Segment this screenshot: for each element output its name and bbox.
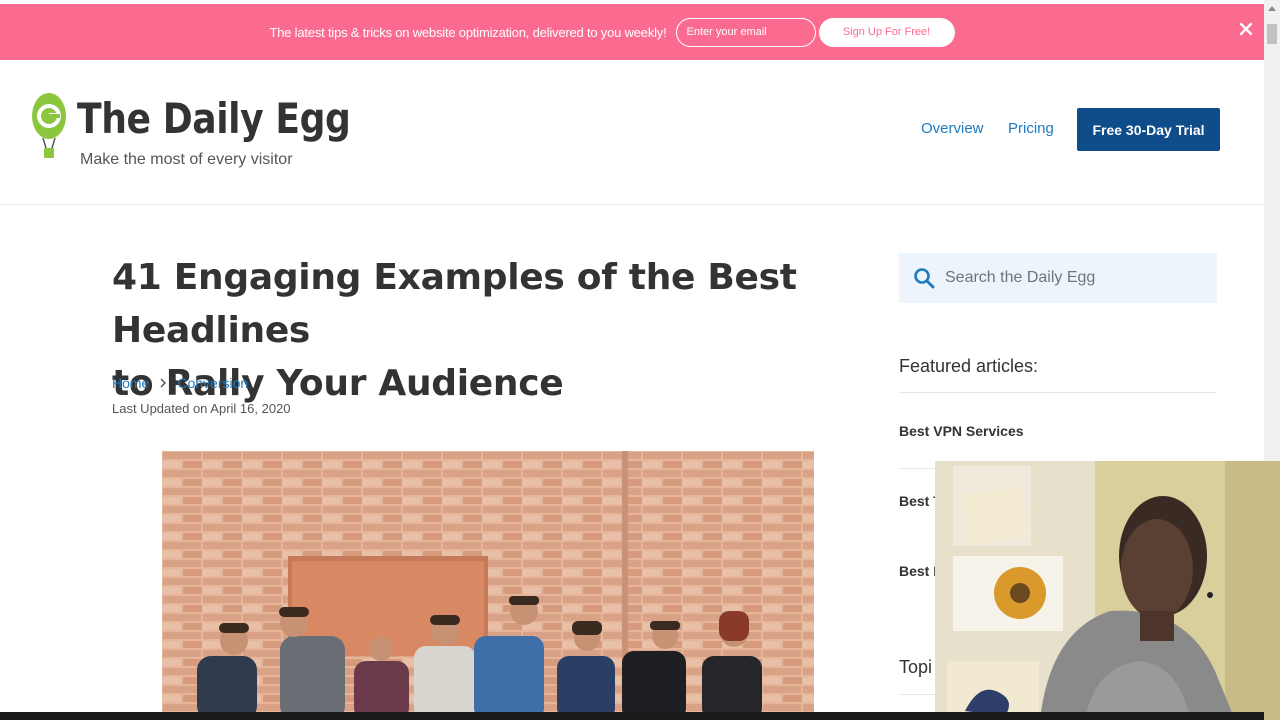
search-input[interactable] bbox=[945, 265, 1205, 291]
promo-banner: The latest tips & tricks on website opti… bbox=[0, 4, 1264, 60]
close-icon[interactable] bbox=[1239, 22, 1253, 36]
sidebar-search bbox=[899, 253, 1217, 303]
divider bbox=[899, 392, 1217, 393]
bottom-edge bbox=[0, 712, 1264, 720]
site-header: The Daily Egg Make the most of every vis… bbox=[0, 60, 1264, 205]
featured-item[interactable]: Best I bbox=[899, 563, 937, 579]
scroll-up-arrow-icon[interactable] bbox=[1268, 6, 1276, 11]
topics-heading: Topi bbox=[899, 657, 933, 677]
last-updated: Last Updated on April 16, 2020 bbox=[112, 401, 291, 416]
promo-signup-button[interactable]: Sign Up For Free! bbox=[818, 17, 955, 47]
article-title-line-1: 41 Engaging Examples of the Best Headlin… bbox=[112, 257, 797, 351]
featured-item[interactable]: Best VPN Services bbox=[899, 423, 1024, 439]
hero-image bbox=[162, 451, 814, 720]
nav-pricing[interactable]: Pricing bbox=[1008, 120, 1054, 137]
webcam-overlay bbox=[935, 461, 1280, 720]
logo-title: The Daily Egg bbox=[77, 94, 351, 143]
promo-email-input[interactable] bbox=[675, 17, 816, 47]
balloon-logo-icon bbox=[32, 93, 66, 158]
search-icon[interactable] bbox=[913, 267, 935, 289]
free-trial-button[interactable]: Free 30-Day Trial bbox=[1077, 108, 1220, 151]
chevron-right-icon bbox=[160, 378, 167, 388]
breadcrumb-home[interactable]: Home bbox=[112, 375, 149, 391]
breadcrumb-conversion[interactable]: Conversion bbox=[177, 375, 248, 391]
promo-text: The latest tips & tricks on website opti… bbox=[269, 24, 667, 40]
breadcrumb: Home Conversion bbox=[112, 375, 248, 391]
logo-tagline: Make the most of every visitor bbox=[80, 151, 293, 168]
site-logo[interactable]: The Daily Egg Make the most of every vis… bbox=[30, 90, 351, 172]
nav-overview[interactable]: Overview bbox=[921, 120, 984, 137]
scrollbar-thumb[interactable] bbox=[1267, 24, 1277, 44]
featured-heading: Featured articles: bbox=[899, 356, 1039, 376]
